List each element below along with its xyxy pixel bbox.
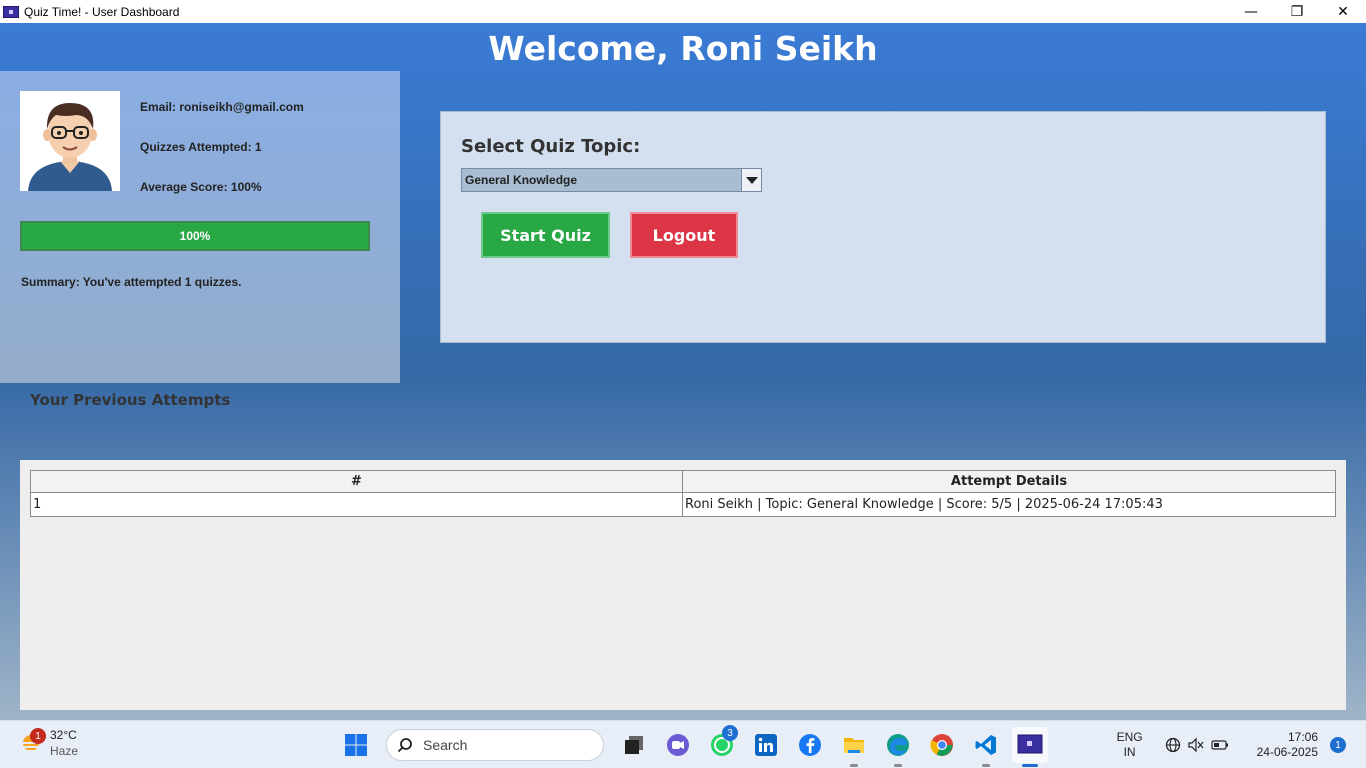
column-header-number[interactable]: # (30, 470, 683, 493)
window-title: Quiz Time! - User Dashboard (24, 4, 180, 19)
taskbar-apps: Search 3 (338, 725, 1056, 767)
taskbar-search[interactable]: Search (386, 729, 604, 761)
avatar (20, 91, 120, 191)
lang-bottom: IN (1123, 745, 1136, 759)
whatsapp-badge: 3 (722, 725, 738, 741)
file-explorer-icon[interactable] (836, 727, 872, 767)
app-icon (3, 5, 19, 18)
system-tray: ENG IN 17:06 24-06-2025 1 (1117, 721, 1366, 768)
weather-widget[interactable]: 1 32°C Haze (18, 727, 78, 759)
search-icon (397, 738, 412, 753)
column-header-details[interactable]: Attempt Details (682, 470, 1336, 493)
weather-temp: 32°C (50, 728, 77, 742)
facebook-icon[interactable] (792, 727, 828, 763)
weather-alert-badge: 1 (30, 728, 46, 744)
task-view-icon[interactable] (616, 727, 652, 763)
quiz-app-taskbar-icon[interactable] (1012, 727, 1048, 767)
edge-icon[interactable] (880, 727, 916, 767)
dashboard-main: Welcome, Roni Seikh Email: roniseikh@gma… (0, 23, 1366, 720)
table-header-row: # Attempt Details (30, 470, 1336, 493)
whatsapp-icon[interactable]: 3 (704, 725, 740, 763)
lang-top: ENG (1116, 730, 1143, 744)
attempts-table-container[interactable]: # Attempt Details 1 Roni Seikh | Topic: … (20, 460, 1346, 710)
score-progress-bar: 100% (20, 221, 370, 251)
summary-text: Summary: You've attempted 1 quizzes. (21, 275, 242, 289)
progress-label: 100% (179, 229, 211, 243)
taskbar: 1 32°C Haze Search 3 ENG IN 17:06 24-06-… (0, 720, 1366, 768)
chrome-icon[interactable] (924, 727, 960, 763)
tray-icons[interactable] (1165, 737, 1235, 753)
average-score-label: Average Score: 100% (140, 180, 262, 194)
vscode-icon[interactable] (968, 727, 1004, 767)
logout-button[interactable]: Logout (630, 212, 738, 258)
topic-dropdown[interactable]: General Knowledge (461, 168, 762, 192)
table-row[interactable]: 1 Roni Seikh | Topic: General Knowledge … (30, 492, 1336, 517)
quizzes-attempted-label: Quizzes Attempted: 1 (140, 140, 262, 154)
clock[interactable]: 17:06 24-06-2025 (1257, 730, 1318, 760)
profile-panel: Email: roniseikh@gmail.com Quizzes Attem… (0, 71, 400, 383)
quiz-panel: Select Quiz Topic: General Knowledge Sta… (440, 111, 1326, 343)
windows-icon (345, 734, 367, 756)
chat-icon[interactable] (660, 727, 696, 763)
welcome-heading: Welcome, Roni Seikh (488, 29, 878, 68)
search-placeholder: Search (423, 737, 468, 753)
battery-icon[interactable] (1211, 737, 1229, 753)
volume-muted-icon[interactable] (1187, 737, 1205, 753)
start-quiz-button[interactable]: Start Quiz (481, 212, 610, 258)
minimize-button[interactable]: — (1228, 0, 1274, 23)
clock-date: 24-06-2025 (1256, 745, 1318, 759)
window-controls: — ❐ ✕ (1228, 0, 1366, 23)
notification-badge[interactable]: 1 (1330, 737, 1346, 753)
window-titlebar: Quiz Time! - User Dashboard — ❐ ✕ (0, 0, 1366, 23)
start-button[interactable] (338, 727, 374, 763)
attempts-table: # Attempt Details 1 Roni Seikh | Topic: … (30, 470, 1336, 517)
close-button[interactable]: ✕ (1320, 0, 1366, 23)
previous-attempts-title: Your Previous Attempts (30, 391, 231, 409)
haze-icon: 1 (18, 728, 46, 756)
email-label: Email: roniseikh@gmail.com (140, 100, 304, 114)
table-cell-number: 1 (30, 492, 683, 517)
clock-time: 17:06 (1287, 730, 1318, 744)
weather-desc: Haze (50, 744, 79, 758)
table-cell-details: Roni Seikh | Topic: General Knowledge | … (682, 492, 1336, 517)
globe-icon[interactable] (1165, 737, 1181, 753)
linkedin-icon[interactable] (748, 727, 784, 763)
select-topic-label: Select Quiz Topic: (461, 136, 641, 157)
chevron-down-icon[interactable] (741, 169, 761, 191)
maximize-button[interactable]: ❐ (1274, 0, 1320, 23)
selected-topic: General Knowledge (465, 173, 578, 187)
language-indicator[interactable]: ENG IN (1117, 730, 1143, 760)
